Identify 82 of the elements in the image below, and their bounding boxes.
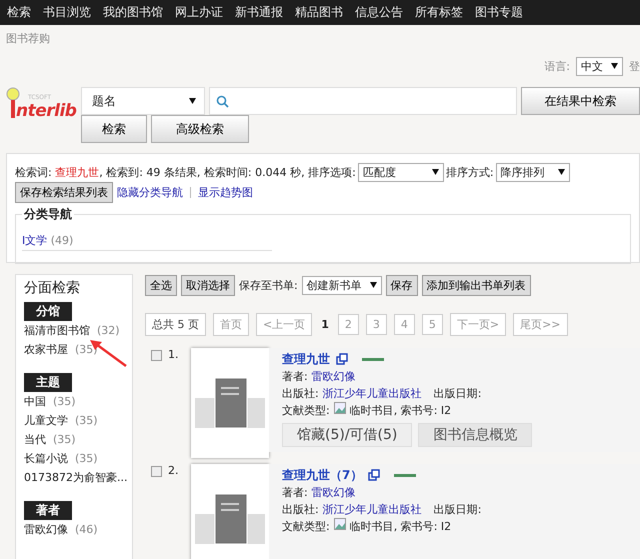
- publisher-link[interactable]: 浙江少年儿童出版社: [322, 385, 422, 402]
- image-icon: [334, 518, 346, 530]
- category-nav-title: 分类导航: [22, 206, 73, 223]
- popup-icon[interactable]: [368, 469, 380, 481]
- facet-item[interactable]: 当代 (35): [24, 430, 124, 449]
- page-total: 总共 5 页: [145, 312, 206, 336]
- author-link[interactable]: 雷欧幻像: [312, 484, 356, 501]
- nav-item[interactable]: 新书通报: [232, 4, 292, 21]
- save-button[interactable]: 保存: [386, 274, 418, 296]
- save-to-label: 保存至书单:: [239, 278, 298, 292]
- sort-select[interactable]: 匹配度: [358, 162, 444, 182]
- nav-item[interactable]: 精品图书: [292, 4, 352, 21]
- facet-item[interactable]: 0173872为俞智豪...: [24, 468, 124, 487]
- select-all-button[interactable]: 全选: [145, 274, 177, 296]
- date-label: 出版日期:: [434, 502, 482, 518]
- author-link[interactable]: 雷欧幻像: [312, 368, 356, 385]
- date-label: 出版日期:: [434, 386, 482, 402]
- language-label: 语言:: [544, 58, 570, 74]
- deselect-button[interactable]: 取消选择: [181, 274, 235, 296]
- search-within-button[interactable]: 在结果中检索: [521, 87, 640, 115]
- caret-icon: [558, 169, 565, 175]
- author-label: 著者:: [282, 485, 308, 501]
- page-button[interactable]: 1: [319, 318, 331, 330]
- language-select[interactable]: 中文: [576, 56, 623, 76]
- search-summary: 检索词: 查理九世, 检索到: 49 条结果, 检索时间: 0.044 秒, 排序选项:: [15, 164, 356, 180]
- publisher-label: 出版社:: [282, 502, 319, 518]
- publisher-label: 出版社:: [282, 386, 319, 402]
- caret-icon: [189, 98, 196, 104]
- result-tab[interactable]: 图书信息概览: [418, 423, 532, 447]
- facet-item[interactable]: 长篇小说 (35): [24, 449, 124, 468]
- type-value: 临时书目, 索书号: I2: [350, 519, 452, 535]
- dash-icon: [394, 474, 416, 476]
- nav-item[interactable]: 所有标签: [412, 4, 472, 21]
- nav-item[interactable]: 检索: [4, 4, 40, 21]
- type-value: 临时书目, 索书号: I2: [350, 403, 452, 419]
- order-select[interactable]: 降序排列: [496, 162, 570, 182]
- publisher-link[interactable]: 浙江少年儿童出版社: [322, 501, 422, 518]
- search-icon: [216, 94, 229, 108]
- facet-title: 分面检索: [24, 279, 81, 297]
- book-cover[interactable]: [191, 464, 269, 559]
- result-number: 1.: [168, 348, 178, 361]
- nav-link[interactable]: 隐藏分类导航: [117, 184, 183, 200]
- facet-item[interactable]: 雷欧幻像 (46): [24, 520, 124, 539]
- field-select[interactable]: 题名: [81, 87, 205, 115]
- image-icon: [334, 402, 346, 414]
- nav-item[interactable]: 图书专题: [472, 4, 532, 21]
- facet-item[interactable]: 儿童文学 (35): [24, 411, 124, 430]
- caret-icon: [432, 169, 439, 175]
- search-input[interactable]: [209, 87, 517, 115]
- facet-item[interactable]: 中国 (35): [24, 392, 124, 411]
- type-label: 文献类型:: [282, 519, 330, 535]
- facet-heading: 著者: [24, 501, 72, 520]
- book-cover[interactable]: [191, 348, 269, 458]
- facet-heading: 主题: [24, 373, 72, 392]
- result-tab[interactable]: 馆藏(5)/可借(5): [282, 423, 412, 447]
- add-to-list-button[interactable]: 添加到输出书单列表: [422, 274, 531, 296]
- save-results-button[interactable]: 保存检索结果列表: [15, 182, 113, 202]
- logo-wordmark: nterlib: [16, 101, 76, 121]
- search-button[interactable]: 高级检索: [151, 115, 249, 143]
- dash-icon: [362, 358, 384, 360]
- category-link[interactable]: I文学: [22, 234, 48, 247]
- caret-icon: [370, 282, 377, 288]
- result-number: 2.: [168, 464, 178, 477]
- result-title[interactable]: 查理九世（7）: [282, 466, 362, 484]
- author-label: 著者:: [282, 369, 308, 385]
- nav-item[interactable]: 我的图书馆: [100, 4, 172, 21]
- search-button[interactable]: 检索: [81, 115, 147, 143]
- type-label: 文献类型:: [282, 403, 330, 419]
- booklist-select[interactable]: 创建新书单: [302, 276, 382, 294]
- order-label: 排序方式:: [446, 164, 494, 180]
- facet-item[interactable]: 福清市图书馆 (32): [24, 321, 124, 340]
- nav-item[interactable]: 书目浏览: [40, 4, 100, 21]
- result-checkbox[interactable]: [151, 466, 162, 477]
- nav-item[interactable]: 信息公告: [352, 4, 412, 21]
- category-count: (49): [50, 234, 74, 247]
- nav-item[interactable]: 网上办证: [172, 4, 232, 21]
- caret-icon: [611, 63, 618, 69]
- result-checkbox[interactable]: [151, 350, 162, 361]
- nav-link[interactable]: 显示趋势图: [198, 184, 253, 200]
- facet-heading: 分馆: [24, 302, 72, 321]
- result-title[interactable]: 查理九世: [282, 350, 330, 368]
- popup-icon[interactable]: [336, 353, 348, 365]
